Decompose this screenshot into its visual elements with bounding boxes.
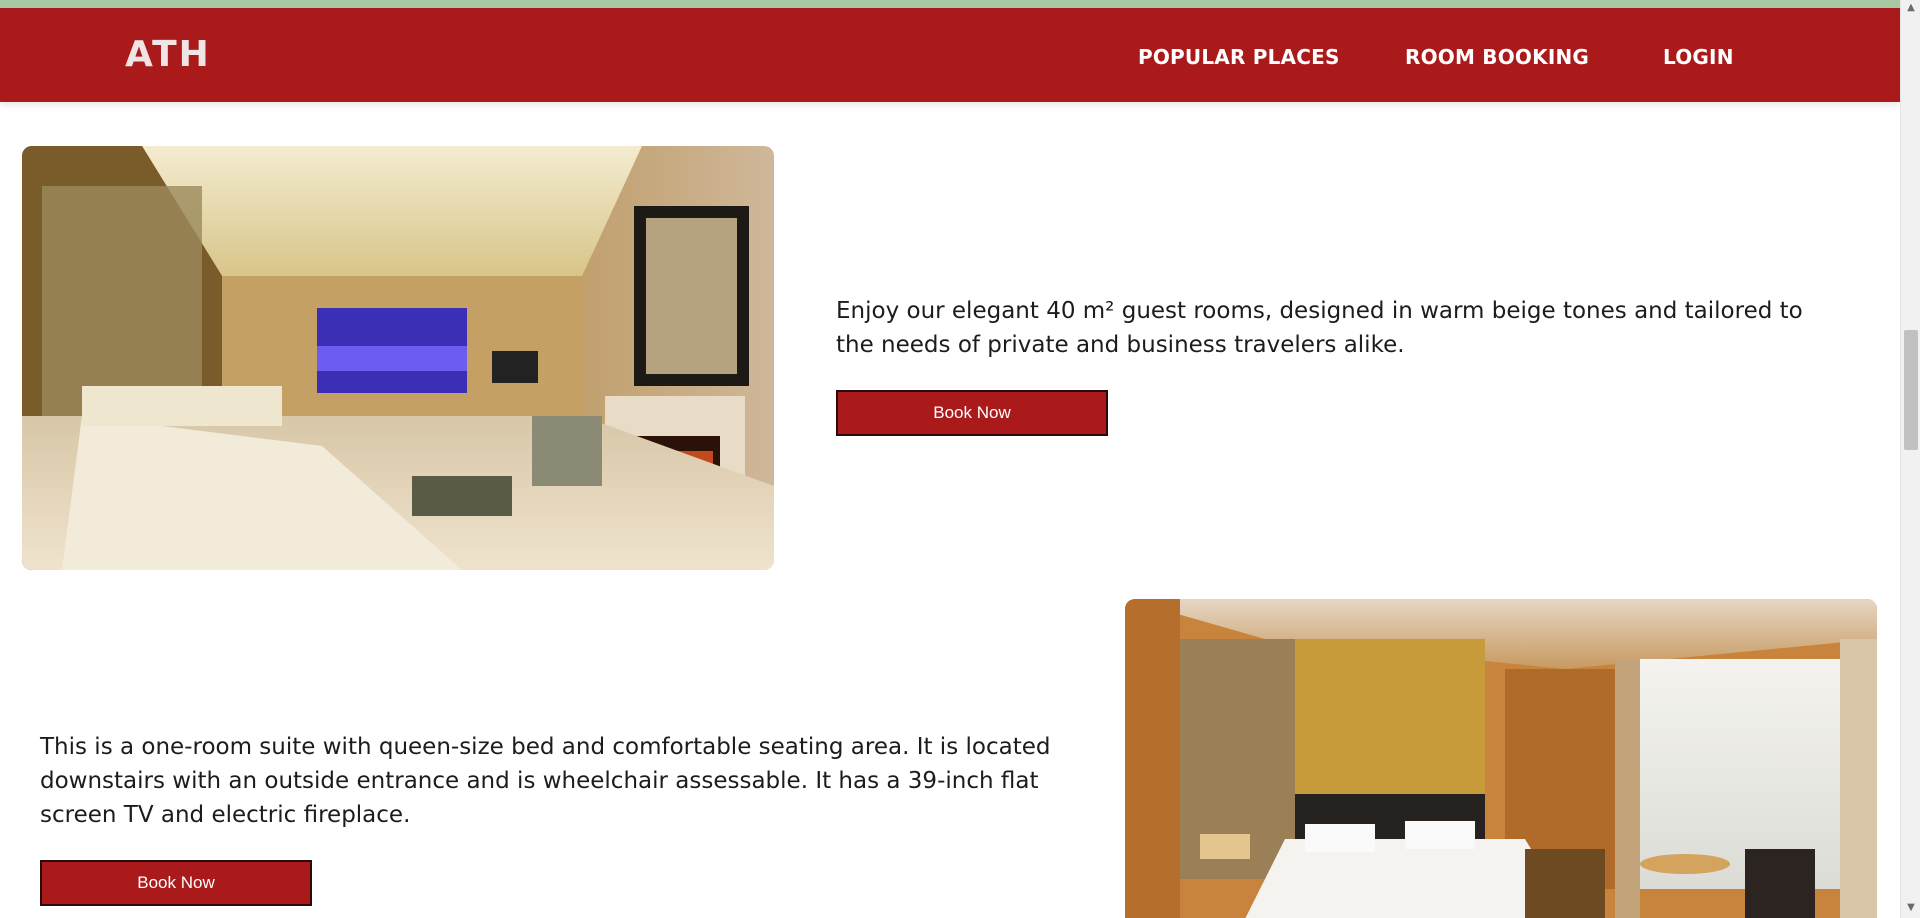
nav-room-booking[interactable]: ROOM BOOKING	[1405, 45, 1589, 69]
room-2-image	[1125, 599, 1877, 918]
browser-top-strip	[0, 0, 1900, 8]
nav-popular-places[interactable]: POPULAR PLACES	[1138, 45, 1340, 69]
brand-logo[interactable]: ATH	[125, 34, 211, 75]
nav-login[interactable]: LOGIN	[1663, 45, 1734, 69]
room-1-description: Enjoy our elegant 40 m² guest rooms, des…	[836, 298, 1803, 358]
scroll-down-arrow-icon[interactable]: ▼	[1901, 902, 1920, 916]
room-1-book-now-button[interactable]: Book Now	[836, 390, 1108, 436]
room-1-image	[22, 146, 774, 570]
room-2-description: This is a one-room suite with queen-size…	[40, 734, 1051, 828]
room-2-book-now-button[interactable]: Book Now	[40, 860, 312, 906]
scroll-up-arrow-icon[interactable]: ▲	[1901, 2, 1920, 16]
page-scrollbar[interactable]: ▲ ▼	[1900, 0, 1920, 918]
navbar: ATH POPULAR PLACES ROOM BOOKING LOGIN	[0, 8, 1900, 102]
scrollbar-thumb[interactable]	[1904, 330, 1918, 450]
